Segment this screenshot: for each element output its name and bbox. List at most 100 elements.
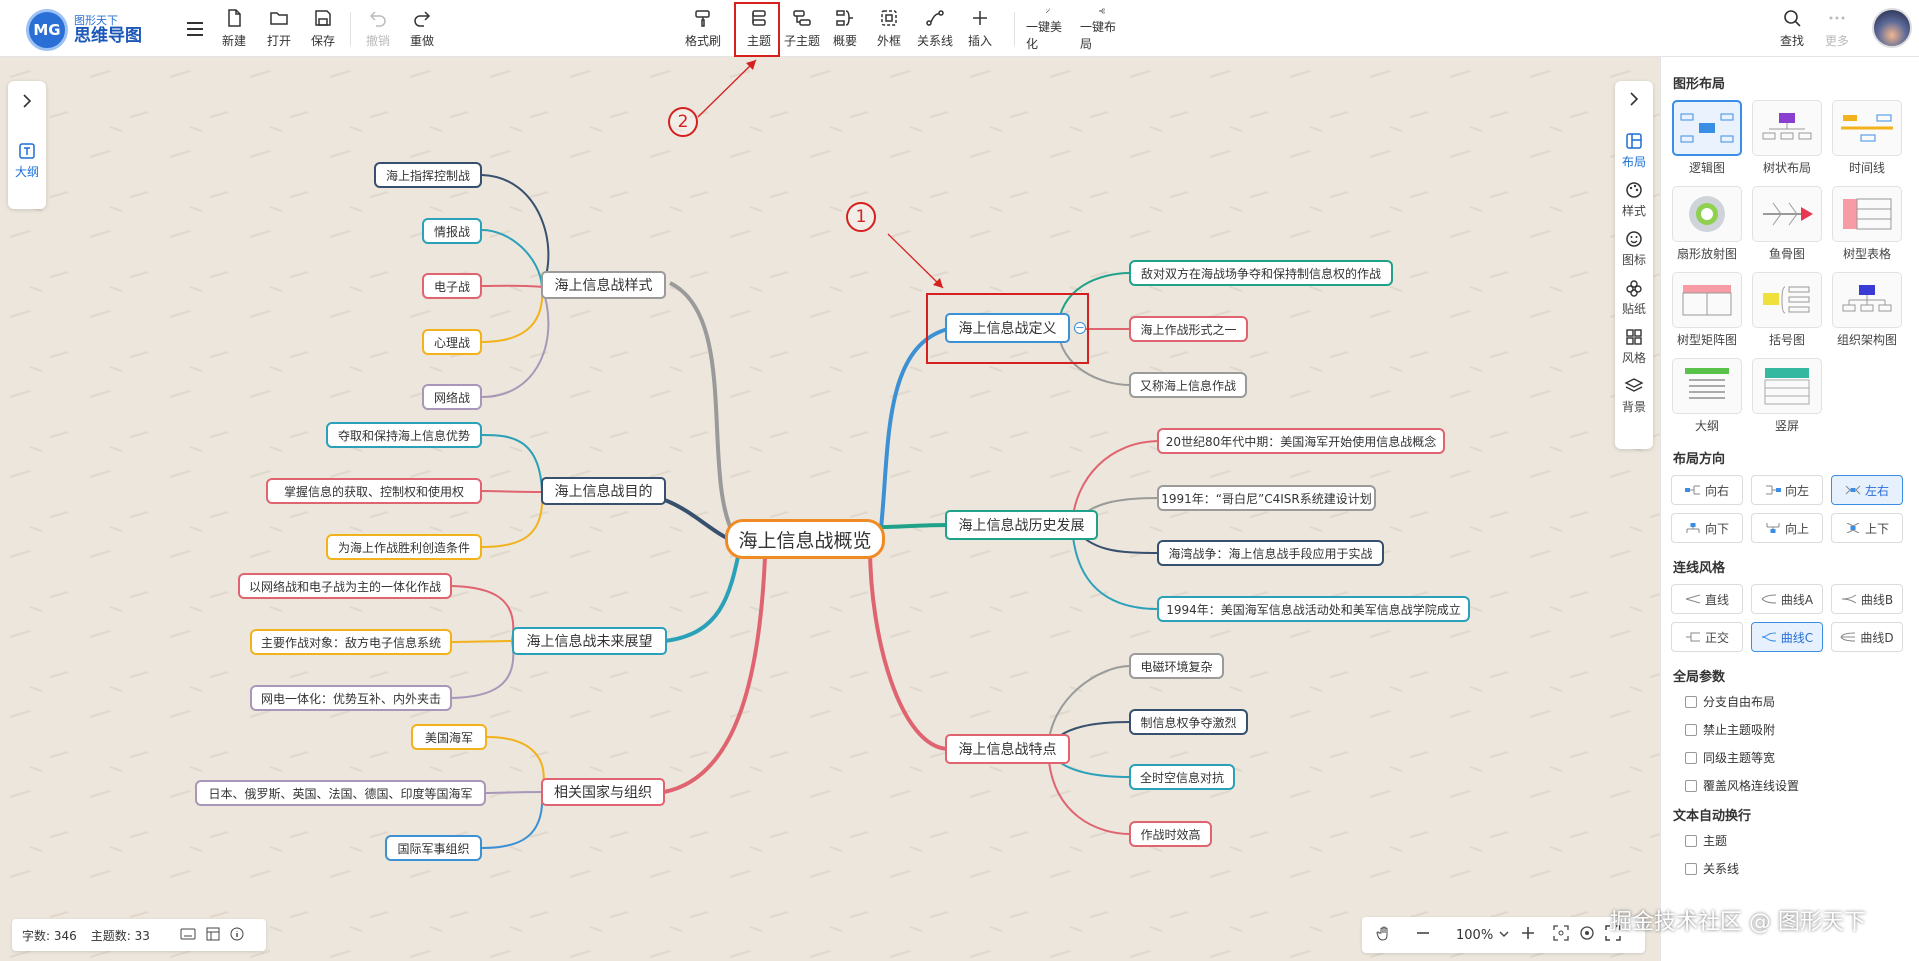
layout-option-outline[interactable]: 大纲 [1671, 358, 1743, 434]
topic-style[interactable]: 海上信息战样式 [541, 271, 666, 299]
list-item[interactable]: 电子战 [422, 273, 482, 299]
one-click-layout-button[interactable]: 一键布局 [1080, 8, 1124, 52]
layout-option-org-chart[interactable]: 组织架构图 [1831, 272, 1903, 348]
wrap-topic-checkbox[interactable]: 主题 [1685, 832, 1909, 849]
root-topic[interactable]: 海上信息战概览 [725, 519, 885, 559]
list-item[interactable]: 网络战 [422, 384, 482, 410]
layout-option-tree[interactable]: 树状布局 [1751, 100, 1823, 176]
list-item[interactable]: 国际军事组织 [385, 835, 482, 861]
frame-button[interactable]: 外框 [867, 8, 911, 52]
tab-icon[interactable]: 图标 [1615, 229, 1653, 268]
topic-features[interactable]: 海上信息战特点 [945, 734, 1070, 764]
line-style-curve-a-button[interactable]: 曲线A [1751, 584, 1823, 614]
list-item[interactable]: 美国海军 [411, 724, 487, 750]
list-item[interactable]: 海上作战形式之一 [1129, 316, 1248, 342]
tab-style[interactable]: 样式 [1615, 180, 1653, 219]
list-item[interactable]: 海上指挥控制战 [374, 162, 482, 188]
collapse-chevron-icon[interactable] [1615, 89, 1653, 109]
undo-button[interactable]: 撤销 [356, 8, 400, 52]
zoom-out-icon[interactable] [1416, 926, 1430, 944]
minimap-icon[interactable] [206, 927, 220, 944]
redo-button[interactable]: 重做 [400, 8, 444, 52]
direction-updown-button[interactable]: 上下 [1831, 513, 1903, 543]
user-avatar[interactable] [1872, 8, 1912, 48]
expand-chevron-icon[interactable] [17, 91, 37, 115]
direction-right-button[interactable]: 向右 [1671, 475, 1743, 505]
list-item[interactable]: 日本、俄罗斯、英国、法国、德国、印度等国海军 [195, 780, 486, 806]
list-item[interactable]: 为海上作战胜利创造条件 [326, 534, 482, 560]
fit-screen-icon[interactable] [1553, 925, 1569, 945]
save-button[interactable]: 保存 [301, 8, 345, 52]
list-item[interactable]: 又称海上信息作战 [1129, 372, 1247, 398]
keyboard-icon[interactable] [180, 928, 196, 943]
layout-option-radial[interactable]: 扇形放射图 [1671, 186, 1743, 262]
tab-theme[interactable]: 风格 [1615, 327, 1653, 366]
list-item[interactable]: 网电一体化：优势互补、内外夹击 [250, 685, 452, 711]
line-style-curve-b-button[interactable]: 曲线B [1831, 584, 1903, 614]
direction-up-button[interactable]: 向上 [1751, 513, 1823, 543]
list-item[interactable]: 全时空信息对抗 [1129, 764, 1235, 790]
direction-both-button[interactable]: 左右 [1831, 475, 1903, 505]
layout-option-fishbone[interactable]: 鱼骨图 [1751, 186, 1823, 262]
layout-option-vertical[interactable]: 竖屏 [1751, 358, 1823, 434]
override-line-style-checkbox[interactable]: 覆盖风格连线设置 [1685, 777, 1909, 794]
list-item[interactable]: 制信息权争夺激烈 [1129, 709, 1248, 735]
new-button[interactable]: 新建 [212, 8, 256, 52]
list-item[interactable]: 20世纪80年代中期：美国海军开始使用信息战概念 [1157, 428, 1445, 454]
topic-history[interactable]: 海上信息战历史发展 [945, 510, 1098, 540]
outline-tab[interactable]: 大纲 [11, 141, 43, 180]
list-item[interactable]: 掌握信息的获取、控制权和使用权 [266, 478, 482, 504]
mindmap-canvas[interactable]: 海上信息战概览 海上信息战样式 海上信息战目的 海上信息战未来展望 相关国家与组… [0, 57, 1660, 961]
zoom-in-icon[interactable] [1521, 926, 1535, 944]
chevron-down-icon[interactable] [1499, 928, 1509, 943]
tab-background[interactable]: 背景 [1615, 376, 1653, 415]
tab-sticker[interactable]: 贴纸 [1615, 278, 1653, 317]
list-item[interactable]: 1994年：美国海军信息战活动处和美军信息战学院成立 [1157, 596, 1470, 622]
line-style-straight-button[interactable]: 直线 [1671, 584, 1743, 614]
open-button[interactable]: 打开 [257, 8, 301, 52]
format-brush-button[interactable]: 格式刷 [681, 8, 725, 52]
list-item[interactable]: 夺取和保持海上信息优势 [326, 422, 482, 448]
list-item[interactable]: 情报战 [422, 218, 482, 244]
list-item[interactable]: 1991年：“哥白尼”C4ISR系统建设计划 [1157, 485, 1376, 511]
more-button[interactable]: 更多 [1815, 8, 1859, 52]
topic-future[interactable]: 海上信息战未来展望 [512, 627, 667, 655]
list-item[interactable]: 敌对双方在海战场争夺和保持制信息权的作战 [1129, 260, 1393, 286]
layout-option-tree-matrix[interactable]: 树型矩阵图 [1671, 272, 1743, 348]
free-layout-checkbox[interactable]: 分支自由布局 [1685, 693, 1909, 710]
equal-width-checkbox[interactable]: 同级主题等宽 [1685, 749, 1909, 766]
search-button[interactable]: 查找 [1770, 8, 1814, 52]
summary-button[interactable]: 概要 [823, 8, 867, 52]
hand-tool-icon[interactable] [1376, 925, 1392, 945]
subtopic-button[interactable]: 子主题 [780, 8, 824, 52]
line-style-curve-c-button[interactable]: 曲线C [1751, 622, 1823, 652]
list-item[interactable]: 以网络战和电子战为主的一体化作战 [238, 573, 452, 599]
relation-line-button[interactable]: 关系线 [913, 8, 957, 52]
topic-nations[interactable]: 相关国家与组织 [541, 778, 665, 806]
hamburger-menu-icon[interactable] [184, 18, 206, 40]
line-style-orthogonal-button[interactable]: 正交 [1671, 622, 1743, 652]
insert-button[interactable]: 插入 [958, 8, 1002, 52]
info-icon[interactable] [230, 927, 244, 944]
line-style-curve-d-button[interactable]: 曲线D [1831, 622, 1903, 652]
locate-center-icon[interactable] [1579, 925, 1595, 945]
layout-option-bracket[interactable]: 括号图 [1751, 272, 1823, 348]
app-logo[interactable]: MG 图形天下 思维导图 [26, 9, 142, 51]
wrap-relation-checkbox[interactable]: 关系线 [1685, 860, 1909, 877]
layout-option-logic[interactable]: 逻辑图 [1671, 100, 1743, 176]
direction-down-button[interactable]: 向下 [1671, 513, 1743, 543]
layout-option-tree-table[interactable]: 树型表格 [1831, 186, 1903, 262]
tab-layout[interactable]: 布局 [1615, 131, 1653, 170]
one-click-beautify-button[interactable]: 一键美化 [1026, 8, 1070, 52]
direction-left-button[interactable]: 向左 [1751, 475, 1823, 505]
topic-purpose[interactable]: 海上信息战目的 [541, 477, 666, 505]
layout-option-timeline[interactable]: 时间线 [1831, 100, 1903, 176]
top-toolbar: MG 图形天下 思维导图 新建 打开 保存 撤销 重做 格式刷 主题 子主题 概… [0, 0, 1919, 57]
zoom-level[interactable]: 100% [1456, 928, 1493, 943]
disable-snap-checkbox[interactable]: 禁止主题吸附 [1685, 721, 1909, 738]
list-item[interactable]: 电磁环境复杂 [1129, 653, 1224, 679]
list-item[interactable]: 心理战 [422, 329, 482, 355]
list-item[interactable]: 主要作战对象：敌方电子信息系统 [250, 629, 452, 655]
list-item[interactable]: 作战时效高 [1129, 821, 1212, 847]
list-item[interactable]: 海湾战争：海上信息战手段应用于实战 [1157, 540, 1384, 566]
